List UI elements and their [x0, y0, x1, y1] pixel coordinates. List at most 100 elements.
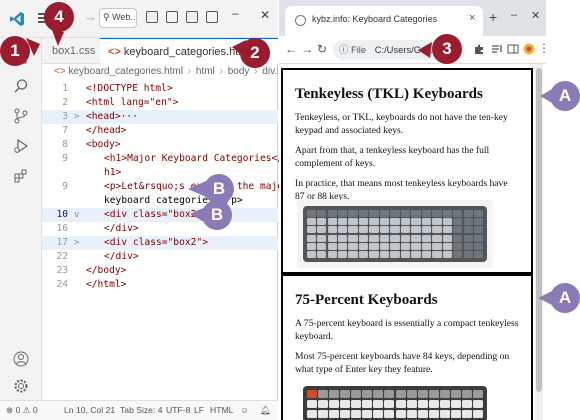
search-icon[interactable]: [13, 78, 29, 94]
code-text: <head>···: [86, 111, 138, 122]
fold-chevron-icon[interactable]: v: [74, 208, 79, 222]
line-number: 7: [62, 125, 68, 136]
code-line[interactable]: 8 <body>: [42, 138, 278, 152]
keycap: [440, 389, 451, 399]
keycap: [317, 209, 327, 217]
keycap: [406, 409, 417, 419]
code-line[interactable]: keyboard categories.</p>: [42, 194, 278, 208]
command-center-search[interactable]: ⚲ Web...: [99, 8, 137, 28]
keycap: [463, 251, 473, 259]
close-window-icon[interactable]: ✕: [260, 8, 270, 22]
customize-layout-icon[interactable]: [206, 11, 218, 23]
page-scrollbar[interactable]: [535, 64, 543, 420]
forward-arrow-icon[interactable]: →: [84, 9, 97, 24]
callout-4: 4: [44, 2, 74, 32]
code-line[interactable]: 16 </div>: [42, 222, 278, 236]
page-viewport[interactable]: Tenkeyless (TKL) Keyboards Tenkeyless, o…: [279, 64, 546, 420]
cursor-position[interactable]: Ln 10, Col 21: [64, 401, 115, 420]
code-editor[interactable]: 1 <!DOCTYPE html> 2 <html lang="en"> 3 > <head…: [42, 80, 289, 400]
code-line[interactable]: 1 <!DOCTYPE html>: [42, 82, 278, 96]
breadcrumb-item[interactable]: html: [196, 66, 215, 77]
code-line[interactable]: 3 > <head>···: [42, 110, 278, 124]
keycap: [421, 209, 432, 217]
keycap: [362, 389, 373, 399]
breadcrumb-file[interactable]: keyboard_categories.html: [68, 66, 183, 77]
keycap: [362, 399, 373, 409]
tab-box1-css[interactable]: box1.css: [42, 38, 100, 64]
breadcrumb-item[interactable]: div.box2: [262, 66, 278, 77]
address-chip: File: [350, 44, 367, 55]
keycap: [442, 226, 452, 234]
code-line[interactable]: 9 <p>Let&rsquo;s explore the major: [42, 180, 289, 194]
fold-chevron-icon[interactable]: >: [74, 110, 79, 124]
keycap: [379, 242, 390, 251]
code-line[interactable]: 7 </head>: [42, 124, 278, 138]
copilot-icon[interactable]: ☺: [240, 401, 249, 420]
keycap: [379, 234, 390, 242]
keycap: [432, 234, 442, 242]
keycap: [348, 234, 358, 242]
keycap: [306, 226, 316, 234]
keycap: [474, 251, 484, 259]
extensions-puzzle-icon[interactable]: [473, 43, 485, 55]
keycap: [411, 251, 421, 259]
minimize-icon[interactable]: –: [232, 6, 239, 20]
code-text: </div>: [104, 251, 139, 262]
code-line[interactable]: 10 v <div class="box2">: [42, 208, 278, 222]
line-number: 22: [56, 251, 68, 262]
keycap: [384, 399, 395, 409]
keycap: [400, 242, 411, 251]
account-icon[interactable]: [13, 351, 29, 367]
language-mode[interactable]: HTML: [210, 401, 233, 420]
reload-icon[interactable]: ↻: [317, 42, 327, 56]
keycap: [462, 399, 473, 409]
keycap: [317, 251, 327, 259]
run-debug-icon[interactable]: [13, 138, 29, 154]
minimize-icon[interactable]: –: [511, 9, 517, 21]
file-info-icon[interactable]: ⓘ File: [339, 44, 366, 55]
keycap: [348, 217, 358, 226]
settings-gear-icon[interactable]: [13, 378, 29, 394]
toggle-sidebar-icon[interactable]: [146, 11, 158, 23]
encoding[interactable]: UTF-8: [166, 401, 190, 420]
extensions-icon[interactable]: [13, 168, 29, 184]
keycap: [473, 389, 484, 399]
browser-tab[interactable]: kybz.info: Keyboard Categories ×: [285, 6, 483, 36]
keycap: [327, 209, 337, 217]
notifications-bell-icon[interactable]: 🔔︎: [260, 401, 271, 420]
sidebar-icon[interactable]: [507, 43, 519, 55]
back-arrow-icon[interactable]: ←: [285, 42, 297, 56]
forward-arrow-icon[interactable]: →: [301, 42, 313, 56]
code-line[interactable]: h1>: [42, 166, 278, 180]
source-control-icon[interactable]: [13, 108, 29, 124]
address-text: C:/Users/Guy...: [374, 44, 439, 55]
close-tab-icon[interactable]: ×: [469, 12, 475, 24]
profile-avatar-icon[interactable]: [523, 43, 535, 55]
code-line[interactable]: 9 <h1>Major Keyboard Categories</: [42, 152, 283, 166]
reading-list-icon[interactable]: [491, 43, 503, 55]
code-line[interactable]: 17 > <div class="box2">: [42, 236, 278, 250]
keycap: [348, 242, 358, 251]
keycap: [339, 389, 350, 399]
code-line[interactable]: 24 </html>: [42, 278, 278, 292]
toggle-secondary-sidebar-icon[interactable]: [186, 11, 198, 23]
command-center-label: Web...: [112, 12, 137, 22]
problems-indicator[interactable]: ⊗ 0 ⚠ 0: [6, 401, 38, 420]
keycap: [453, 234, 463, 242]
breadcrumb-item[interactable]: body: [228, 66, 250, 77]
code-text: <h1>Major Keyboard Categories</: [104, 153, 284, 164]
code-line[interactable]: 22 </div>: [42, 250, 278, 264]
toggle-panel-icon[interactable]: [166, 11, 178, 23]
tab-size[interactable]: Tab Size: 4: [120, 401, 163, 420]
section-paragraph: Most 75-percent keyboards have 84 keys, …: [295, 351, 510, 375]
fold-chevron-icon[interactable]: >: [74, 236, 79, 250]
code-line[interactable]: 2 <html lang="en">: [42, 96, 278, 110]
scrollbar-thumb[interactable]: [536, 68, 542, 392]
box2-section-tkl: Tenkeyless (TKL) Keyboards Tenkeyless, o…: [281, 68, 533, 274]
close-window-icon[interactable]: ✕: [531, 9, 540, 22]
end-of-line[interactable]: LF: [194, 401, 204, 420]
code-line[interactable]: 23 </body>: [42, 264, 278, 278]
more-menu-icon[interactable]: ⋮: [538, 41, 550, 55]
new-tab-button[interactable]: +: [489, 9, 497, 25]
line-number: 24: [56, 279, 68, 290]
